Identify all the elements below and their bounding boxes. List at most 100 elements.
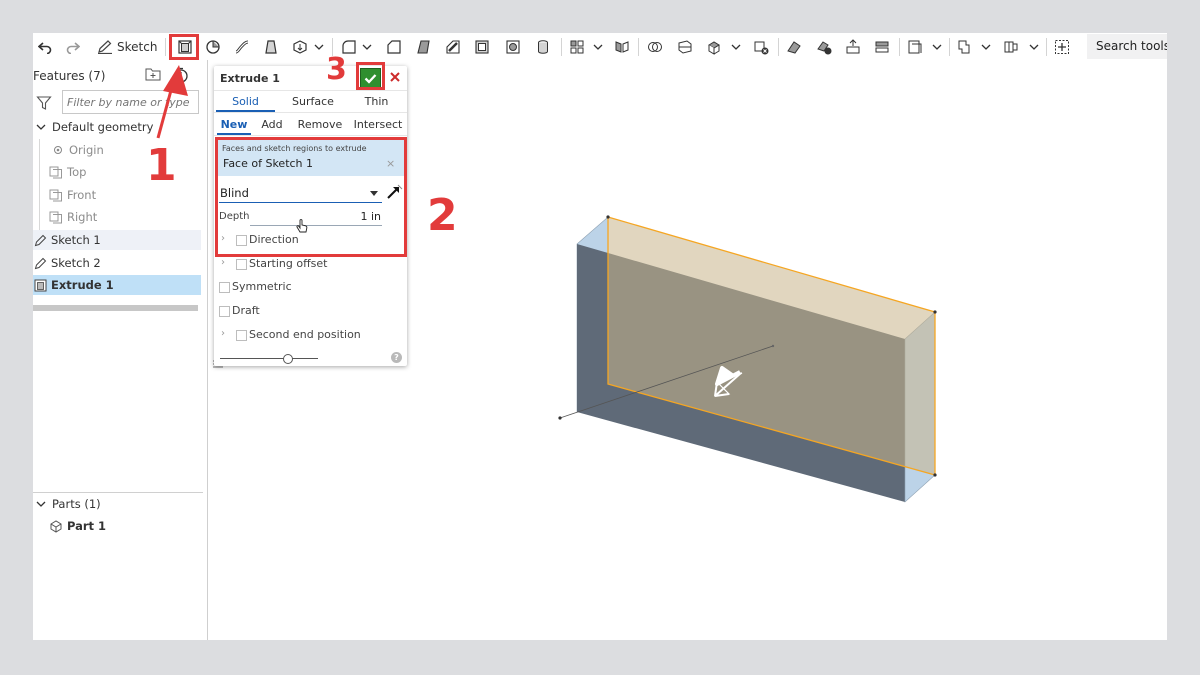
sketch-icon xyxy=(33,256,47,270)
loft-icon[interactable] xyxy=(262,36,280,57)
hole-icon[interactable] xyxy=(504,36,522,57)
tree-item-part-1-label: Part 1 xyxy=(67,519,107,533)
cancel-button[interactable] xyxy=(388,70,402,84)
chevron-down-icon[interactable] xyxy=(34,497,48,511)
move-face-icon[interactable] xyxy=(844,36,862,57)
tab-surface[interactable]: Surface xyxy=(282,95,344,108)
sheet-metal-icon[interactable] xyxy=(955,36,973,57)
preview-slider-handle[interactable] xyxy=(283,354,293,364)
tree-item-origin[interactable]: Origin xyxy=(51,140,219,160)
sketch-label: Sketch xyxy=(117,39,158,54)
starting-offset-label: Starting offset xyxy=(249,257,328,270)
tree-item-extrude-1-label: Extrude 1 xyxy=(51,278,114,292)
origin-icon xyxy=(51,143,65,157)
default-geometry-label: Default geometry xyxy=(52,120,154,134)
starting-offset-chevron-icon[interactable]: › xyxy=(221,257,225,268)
sketch-button[interactable]: Sketch xyxy=(97,36,157,57)
parts-header-label: Parts (1) xyxy=(52,497,101,511)
toolbar-divider xyxy=(165,38,166,56)
search-tools-input[interactable]: Search tools... xyxy=(1087,34,1167,59)
vertex-point xyxy=(606,215,610,219)
op-remove[interactable]: Remove xyxy=(295,118,345,131)
draft-checkbox[interactable] xyxy=(219,306,230,317)
annotation-arrow-icon xyxy=(156,65,188,139)
op-add[interactable]: Add xyxy=(257,118,287,131)
rib-icon[interactable] xyxy=(444,36,462,57)
chevron-down-icon[interactable] xyxy=(931,36,943,57)
draft-label: Draft xyxy=(232,304,260,317)
op-new[interactable]: New xyxy=(217,118,251,131)
toolbar-divider xyxy=(561,38,562,56)
chevron-down-icon[interactable] xyxy=(361,36,373,57)
tree-item-right[interactable]: Right xyxy=(49,207,217,227)
tree-item-front-label: Front xyxy=(67,188,97,202)
tree-item-sketch-2-label: Sketch 2 xyxy=(51,256,101,270)
pattern-icon[interactable] xyxy=(568,36,586,57)
frame-icon[interactable] xyxy=(1002,36,1020,57)
mirror-icon[interactable] xyxy=(613,36,631,57)
chamfer-icon[interactable] xyxy=(385,36,403,57)
chevron-down-icon[interactable] xyxy=(730,36,742,57)
feature-panel: Features (7) Default geometry Origin xyxy=(33,60,208,640)
revolve-icon[interactable] xyxy=(204,36,222,57)
tree-item-top-label: Top xyxy=(67,165,87,179)
draft-icon[interactable] xyxy=(415,36,433,57)
dialog-title: Extrude 1 xyxy=(220,72,280,85)
toolbar-divider xyxy=(1046,38,1047,56)
chevron-down-icon[interactable] xyxy=(980,36,992,57)
thicken-icon[interactable] xyxy=(291,36,309,57)
cylinder-icon[interactable] xyxy=(534,36,552,57)
transform-icon[interactable] xyxy=(705,36,723,57)
split-icon[interactable] xyxy=(676,36,694,57)
tree-item-sketch-2[interactable]: Sketch 2 xyxy=(33,253,201,273)
starting-offset-checkbox[interactable] xyxy=(236,259,247,270)
dialog-divider xyxy=(214,112,407,113)
redo-icon[interactable] xyxy=(64,36,82,57)
shell-icon[interactable] xyxy=(473,36,491,57)
tree-item-front[interactable]: Front xyxy=(49,185,217,205)
plane-icon xyxy=(49,165,63,179)
chevron-down-icon[interactable] xyxy=(313,36,325,57)
preview-slider-track[interactable] xyxy=(220,358,318,359)
tab-solid[interactable]: Solid xyxy=(216,95,275,108)
add-custom-feature-icon[interactable] xyxy=(1053,36,1071,57)
app-window: Sketch Search tools Features (7) Filter … xyxy=(33,33,1167,640)
chevron-down-icon[interactable] xyxy=(34,120,48,134)
sketch-icon xyxy=(33,233,47,247)
tree-item-extrude-1[interactable]: Extrude 1 xyxy=(33,275,201,295)
second-end-checkbox[interactable] xyxy=(236,330,247,341)
plane-icon[interactable] xyxy=(906,36,924,57)
filter-icon[interactable] xyxy=(36,95,52,111)
extruded-part[interactable] xyxy=(558,215,937,503)
chevron-down-icon[interactable] xyxy=(592,36,604,57)
delete-face-icon[interactable] xyxy=(815,36,833,57)
symmetric-checkbox[interactable] xyxy=(219,282,230,293)
tree-item-sketch-1[interactable]: Sketch 1 xyxy=(33,230,201,250)
tree-item-part-1[interactable]: Part 1 xyxy=(49,516,217,536)
replace-face-icon[interactable] xyxy=(873,36,891,57)
features-title: Features (7) xyxy=(33,69,106,83)
plane-icon xyxy=(49,188,63,202)
tab-thin[interactable]: Thin xyxy=(354,95,399,108)
second-end-chevron-icon[interactable]: › xyxy=(221,328,225,339)
vertex-point xyxy=(933,310,937,314)
help-icon[interactable]: ? xyxy=(391,352,402,363)
symmetric-label: Symmetric xyxy=(232,280,292,293)
tree-item-top[interactable]: Top xyxy=(49,162,217,182)
rollback-bar[interactable] xyxy=(33,305,198,311)
boolean-icon[interactable] xyxy=(646,36,664,57)
dialog-divider xyxy=(214,135,407,136)
tree-item-sketch-1-label: Sketch 1 xyxy=(51,233,101,247)
annotation-step-3: 3 xyxy=(326,52,347,87)
toolbar-divider xyxy=(949,38,950,56)
parts-group[interactable]: Parts (1) xyxy=(33,494,201,514)
undo-icon[interactable] xyxy=(36,36,54,57)
annotation-step-2: 2 xyxy=(427,190,458,241)
sweep-icon[interactable] xyxy=(233,36,251,57)
chevron-down-icon[interactable] xyxy=(1028,36,1040,57)
op-intersect[interactable]: Intersect xyxy=(352,118,404,131)
axis-endpoint xyxy=(771,344,775,348)
modify-fillet-icon[interactable] xyxy=(785,36,803,57)
delete-part-icon[interactable] xyxy=(752,36,770,57)
part-icon xyxy=(49,519,63,533)
